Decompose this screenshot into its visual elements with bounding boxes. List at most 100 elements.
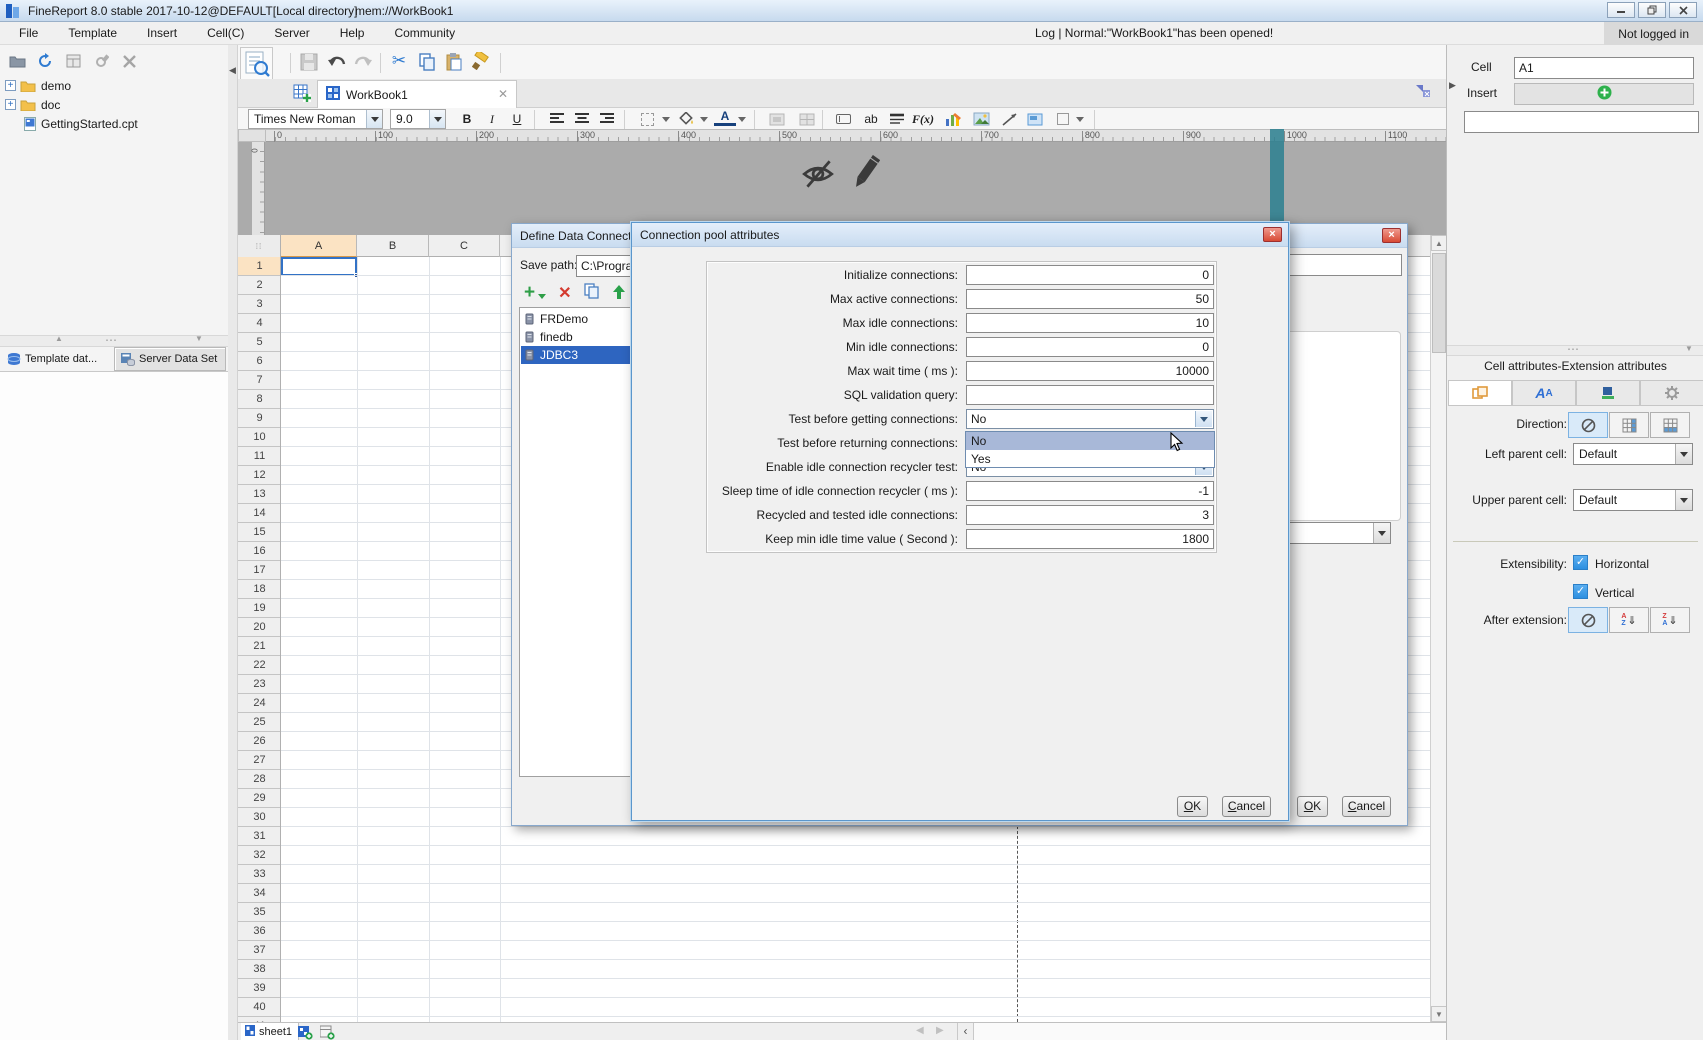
add-sheet-icon[interactable] (297, 1025, 313, 1040)
copy-icon[interactable] (416, 51, 438, 73)
row-header-25[interactable]: 25 (238, 713, 281, 732)
collapse-up-icon[interactable]: ▲ (55, 334, 63, 343)
row-header-33[interactable]: 33 (238, 865, 281, 884)
row-header-34[interactable]: 34 (238, 884, 281, 903)
row-header-38[interactable]: 38 (238, 960, 281, 979)
login-status[interactable]: Not logged in (1604, 22, 1703, 45)
menu-item-help[interactable]: Help (338, 22, 367, 44)
border-icon[interactable] (636, 109, 658, 129)
fill-color-dropdown-icon[interactable] (700, 117, 708, 122)
remove-connection-icon[interactable]: ✕ (558, 283, 571, 303)
vertical-scroll-thumb[interactable] (1432, 253, 1446, 353)
field-input-10[interactable]: -1 (966, 481, 1214, 501)
line-tool-icon[interactable] (998, 109, 1020, 129)
inner-dialog-titlebar[interactable]: Connection pool attributes (632, 223, 1288, 247)
field-input-2[interactable]: 50 (966, 289, 1214, 309)
merge-cells-icon[interactable] (766, 109, 788, 129)
row-header-35[interactable]: 35 (238, 903, 281, 922)
font-color-icon[interactable]: A (714, 109, 736, 126)
font-size-select[interactable]: 9.0 (390, 109, 446, 129)
hscroll-left-icon[interactable]: ‹ (957, 1023, 973, 1040)
row-header-6[interactable]: 6 (238, 352, 281, 371)
horizontal-scroll-track[interactable] (973, 1023, 1446, 1040)
formula-icon[interactable]: F(x) (912, 109, 934, 129)
unmerge-cells-icon[interactable] (796, 109, 818, 129)
tab-overflow-icon[interactable] (1414, 83, 1432, 102)
font-family-dropdown-icon[interactable] (366, 110, 382, 128)
dataset-tab-template[interactable]: Template dat... (1, 347, 113, 371)
add-connection-icon[interactable]: + (524, 282, 535, 304)
row-header-5[interactable]: 5 (238, 333, 281, 352)
tab-close-icon[interactable]: ✕ (498, 87, 508, 101)
menu-item-cellc[interactable]: Cell(C) (205, 22, 246, 44)
add-connection-dropdown-icon[interactable] (538, 294, 546, 299)
copy-connection-icon[interactable] (584, 283, 600, 303)
row-header-37[interactable]: 37 (238, 941, 281, 960)
expand-icon[interactable]: + (5, 99, 16, 110)
font-family-select[interactable]: Times New Roman (248, 109, 383, 129)
scroll-down-icon[interactable]: ▼ (1431, 1006, 1447, 1022)
sort-descending-button[interactable]: ZA⇓ (1650, 607, 1690, 633)
column-header-A[interactable]: A (281, 235, 357, 257)
underline-button[interactable]: U (506, 109, 528, 129)
tree-item-demo[interactable]: +demo (0, 76, 228, 95)
row-header-17[interactable]: 17 (238, 561, 281, 580)
hide-preview-icon[interactable] (800, 158, 836, 193)
outer-ok-button[interactable]: OK (1297, 796, 1328, 817)
row-header-11[interactable]: 11 (238, 447, 281, 466)
field-input-12[interactable]: 1800 (966, 529, 1214, 549)
row-header-29[interactable]: 29 (238, 789, 281, 808)
row-header-10[interactable]: 10 (238, 428, 281, 447)
edit-pencil-icon[interactable] (850, 155, 880, 196)
image-icon[interactable] (970, 109, 992, 129)
row-header-15[interactable]: 15 (238, 523, 281, 542)
scroll-up-icon[interactable]: ▲ (1431, 235, 1447, 251)
row-header-2[interactable]: 2 (238, 276, 281, 295)
cell-ref-input[interactable]: A1 (1514, 57, 1694, 79)
row-header-3[interactable]: 3 (238, 295, 281, 314)
row-header-14[interactable]: 14 (238, 504, 281, 523)
vertical-scrollbar[interactable]: ▲ ▼ (1430, 235, 1446, 1022)
shape-dropdown-icon[interactable] (1076, 117, 1084, 122)
outer-dialog-close-icon[interactable]: × (1382, 228, 1401, 243)
shape-icon[interactable] (1052, 109, 1074, 129)
left-parent-select[interactable]: Default (1573, 443, 1693, 465)
italic-button[interactable]: I (481, 109, 503, 129)
menu-item-template[interactable]: Template (66, 22, 119, 44)
row-header-9[interactable]: 9 (238, 409, 281, 428)
row-header-13[interactable]: 13 (238, 485, 281, 504)
row-header-32[interactable]: 32 (238, 846, 281, 865)
paste-icon[interactable] (443, 51, 465, 73)
splitter-collapse-icon[interactable]: ◀ (229, 65, 236, 76)
row-header-12[interactable]: 12 (238, 466, 281, 485)
tab-workbook1[interactable]: WorkBook1 ✕ (317, 80, 517, 108)
row-header-31[interactable]: 31 (238, 827, 281, 846)
tab-cell-other-attributes[interactable] (1640, 380, 1703, 406)
field-combo-dropdown-icon[interactable] (1195, 411, 1212, 427)
after-extension-none-button[interactable] (1568, 607, 1608, 633)
horizontal-checkbox[interactable]: ✓ (1573, 555, 1588, 570)
label-widget-icon[interactable]: ab (860, 109, 882, 129)
column-header-C[interactable]: C (429, 235, 500, 257)
attr-down-icon[interactable]: ▼ (1685, 344, 1693, 353)
menu-item-community[interactable]: Community (392, 22, 457, 44)
row-header-1[interactable]: 1 (238, 257, 281, 276)
tab-cell-style-attributes[interactable]: AA (1512, 380, 1576, 406)
font-color-dropdown-icon[interactable] (738, 117, 746, 122)
select-all-corner[interactable]: ⁞⁞ (238, 235, 281, 257)
row-header-18[interactable]: 18 (238, 580, 281, 599)
upper-parent-select[interactable]: Default (1573, 489, 1693, 511)
row-header-19[interactable]: 19 (238, 599, 281, 618)
row-header-26[interactable]: 26 (238, 732, 281, 751)
inner-dialog-close-icon[interactable]: × (1263, 227, 1282, 242)
outer-cancel-button[interactable]: Cancel (1342, 796, 1391, 817)
field-input-11[interactable]: 3 (966, 505, 1214, 525)
field-input-5[interactable]: 10000 (966, 361, 1214, 381)
row-header-36[interactable]: 36 (238, 922, 281, 941)
direction-vertical-button[interactable] (1609, 412, 1649, 438)
field-combo-7[interactable]: No (966, 409, 1214, 429)
align-left-icon[interactable] (546, 109, 568, 129)
minimize-button[interactable] (1607, 2, 1635, 18)
row-header-27[interactable]: 27 (238, 751, 281, 770)
left-parent-dropdown-icon[interactable] (1675, 444, 1692, 464)
